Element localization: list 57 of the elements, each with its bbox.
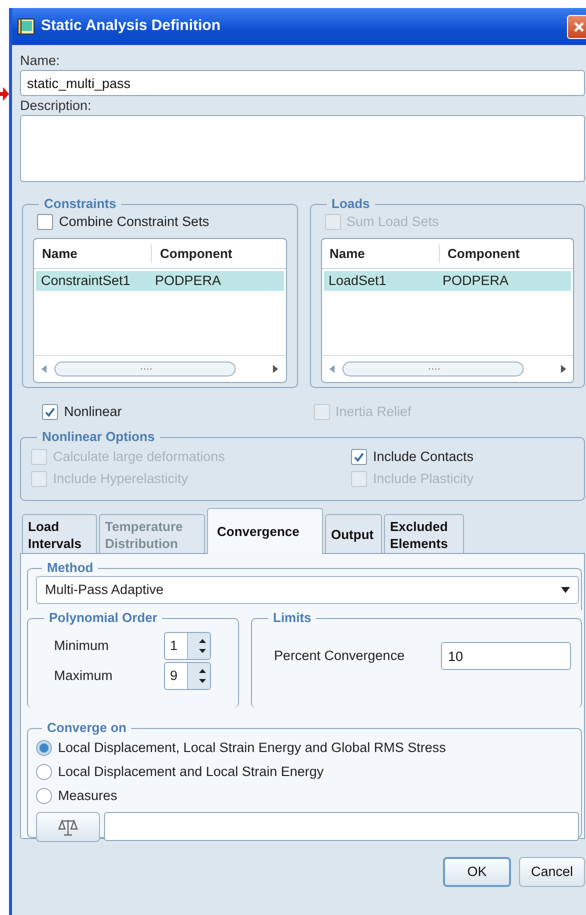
radio-label[interactable]: Local Displacement, Local Strain Energy and Global RMS Stress xyxy=(58,738,446,758)
column-header[interactable]: Name xyxy=(322,244,440,264)
close-icon xyxy=(573,20,585,32)
column-header[interactable]: Name xyxy=(34,244,152,264)
tab[interactable]: Load Intervals xyxy=(22,514,97,553)
checkbox[interactable] xyxy=(37,214,53,230)
checkbox[interactable] xyxy=(42,404,58,420)
close-button[interactable] xyxy=(567,14,586,38)
table-cell-text: ConstraintSet1 xyxy=(40,272,132,290)
tab[interactable]: Convergence xyxy=(207,508,323,554)
group-title: Loads xyxy=(330,196,371,212)
method-dropdown[interactable]: Multi-Pass Adaptive xyxy=(36,576,579,604)
number-spinner[interactable]: 9 xyxy=(164,662,211,690)
tab[interactable]: Excluded Elements xyxy=(384,514,464,553)
dropdown-value: Multi-Pass Adaptive xyxy=(45,580,164,599)
app-icon xyxy=(17,18,35,35)
checkbox-label[interactable]: Include Contacts xyxy=(373,447,474,467)
radio-button[interactable] xyxy=(36,740,52,756)
table-cell-text: LoadSet1 xyxy=(328,272,388,290)
name-field[interactable]: static_multi_pass xyxy=(20,70,585,96)
group-title: Nonlinear Options xyxy=(41,429,156,445)
dialog-button[interactable]: Cancel xyxy=(519,857,585,887)
radio-label[interactable]: Measures xyxy=(58,786,118,806)
field-label: Description: xyxy=(20,97,92,115)
group-title: Method xyxy=(46,560,94,576)
radio-button[interactable] xyxy=(36,764,52,780)
pointer-arrow-icon xyxy=(0,87,9,102)
group-title: Constraints xyxy=(43,196,118,212)
percent-field[interactable]: 10 xyxy=(441,642,571,670)
tab[interactable]: Output xyxy=(325,514,382,553)
window-title: Static Analysis Definition xyxy=(41,16,220,36)
radio-button[interactable] xyxy=(36,788,52,804)
column-header[interactable]: Component xyxy=(440,244,528,264)
column-header[interactable]: Component xyxy=(152,244,240,264)
group-title: Limits xyxy=(272,610,312,626)
table-row[interactable]: ConstraintSet1 PODPERA xyxy=(36,271,284,291)
tab: Temperature Distribution xyxy=(99,514,205,553)
group-title: Polynomial Order xyxy=(48,610,158,626)
radio-label[interactable]: Local Displacement and Local Strain Energy xyxy=(58,762,324,782)
caret-icon xyxy=(561,587,570,593)
measures-field[interactable] xyxy=(104,812,579,841)
table-row[interactable]: LoadSet1 PODPERA xyxy=(324,271,571,291)
table-cell-text: PODPERA xyxy=(442,272,510,290)
number-spinner[interactable]: 1 xyxy=(164,632,211,660)
group-title: Converge on xyxy=(46,720,128,736)
checkbox[interactable] xyxy=(351,449,367,465)
field-label: Maximum xyxy=(54,666,114,685)
field-label: Minimum xyxy=(54,636,110,655)
measures-button[interactable] xyxy=(36,812,100,842)
scale-icon xyxy=(58,817,78,838)
checkbox-label[interactable]: Nonlinear xyxy=(64,402,122,422)
field-label: Percent Convergence xyxy=(274,646,406,665)
checkbox-label[interactable]: Combine Constraint Sets xyxy=(59,212,210,232)
field-label: Name: xyxy=(20,52,61,70)
description-field[interactable] xyxy=(20,115,585,182)
dialog-button[interactable]: OK xyxy=(443,857,511,887)
table-cell-text: PODPERA xyxy=(154,272,222,290)
